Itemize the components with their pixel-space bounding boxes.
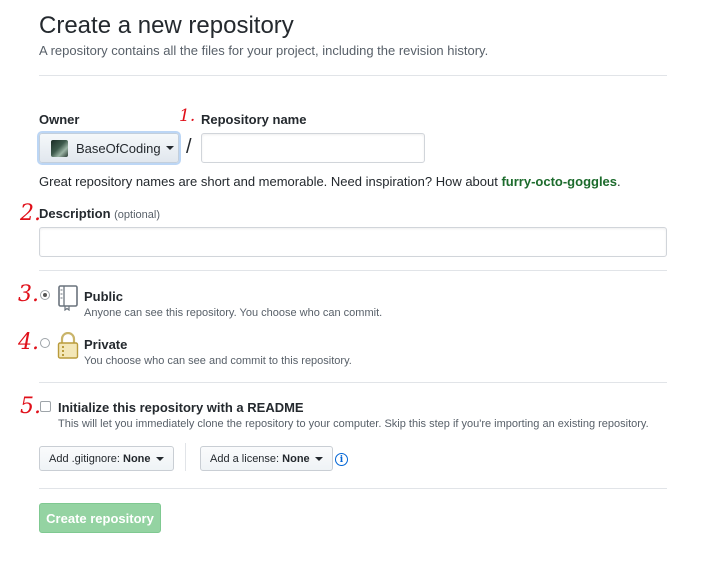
gitignore-label: Add .gitignore: bbox=[49, 452, 120, 465]
caret-down-icon bbox=[155, 456, 164, 461]
name-hint-period: . bbox=[617, 174, 621, 189]
private-desc: You choose who can see and commit to thi… bbox=[84, 355, 352, 367]
divider bbox=[39, 75, 667, 76]
annotation-3: 3. bbox=[18, 282, 39, 307]
description-label: Description (optional) bbox=[39, 206, 160, 221]
gitignore-value: None bbox=[123, 452, 151, 465]
caret-down-icon bbox=[165, 146, 174, 150]
divider bbox=[39, 382, 667, 383]
info-icon[interactable]: i bbox=[335, 453, 348, 466]
license-dropdown[interactable]: Add a license: None bbox=[200, 446, 333, 471]
avatar bbox=[51, 139, 68, 157]
divider-vertical bbox=[185, 443, 186, 471]
gitignore-dropdown[interactable]: Add .gitignore: None bbox=[39, 446, 174, 471]
caret-down-icon bbox=[314, 456, 323, 461]
annotation-2: 2. bbox=[20, 201, 41, 226]
divider bbox=[39, 270, 667, 271]
public-label[interactable]: Public bbox=[84, 289, 123, 304]
owner-label: Owner bbox=[39, 112, 80, 127]
create-repository-button[interactable]: Create repository bbox=[39, 503, 161, 533]
readme-checkbox[interactable] bbox=[40, 401, 51, 412]
name-hint-text: Great repository names are short and mem… bbox=[39, 174, 502, 189]
name-suggestion-link[interactable]: furry-octo-goggles bbox=[501, 174, 617, 189]
public-radio[interactable] bbox=[40, 290, 50, 300]
private-radio[interactable] bbox=[40, 338, 50, 348]
description-optional: (optional) bbox=[114, 209, 160, 221]
description-label-text: Description bbox=[39, 206, 111, 221]
license-value: None bbox=[282, 452, 310, 465]
annotation-4: 4. bbox=[18, 330, 39, 355]
public-desc: Anyone can see this repository. You choo… bbox=[84, 307, 383, 319]
readme-label[interactable]: Initialize this repository with a README bbox=[58, 400, 304, 415]
repository-name-input[interactable] bbox=[201, 133, 425, 163]
repo-book-icon bbox=[58, 285, 78, 311]
page-subtitle: A repository contains all the files for … bbox=[39, 43, 489, 58]
owner-repo-separator: / bbox=[186, 136, 192, 158]
divider bbox=[39, 488, 667, 489]
private-label[interactable]: Private bbox=[84, 337, 127, 352]
license-label: Add a license: bbox=[210, 452, 280, 465]
page-title: Create a new repository bbox=[39, 12, 294, 39]
annotation-5: 5. bbox=[20, 394, 41, 419]
description-input[interactable] bbox=[39, 227, 667, 257]
lock-icon bbox=[57, 332, 79, 359]
annotation-1: 1. bbox=[179, 106, 196, 126]
name-hint: Great repository names are short and mem… bbox=[39, 174, 621, 189]
owner-value: BaseOfCoding bbox=[76, 140, 161, 156]
readme-desc: This will let you immediately clone the … bbox=[58, 418, 649, 430]
repo-name-label: Repository name bbox=[201, 112, 307, 127]
owner-dropdown[interactable]: BaseOfCoding bbox=[39, 133, 179, 163]
